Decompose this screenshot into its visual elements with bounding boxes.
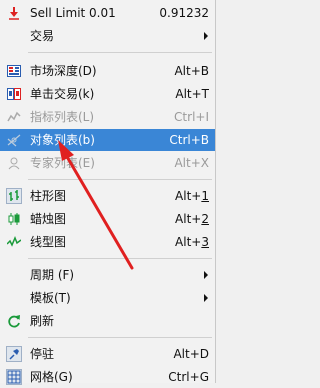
menu-item-label: 柱形图 <box>30 189 67 203</box>
line-chart-icon <box>6 235 22 249</box>
shortcut-key: 3 <box>201 235 209 249</box>
separator <box>28 179 212 180</box>
menu-item-line-chart[interactable]: 线型图 Alt+3 <box>0 231 215 253</box>
menu-item-shortcut: Alt+2 <box>175 208 209 230</box>
submenu-arrow-icon <box>204 32 208 40</box>
menu-item-label: 模板(T) <box>30 291 71 305</box>
one-click-trading-icon <box>7 87 21 101</box>
experts-list-icon <box>7 156 21 170</box>
menu-item-shortcut: Alt+1 <box>175 185 209 207</box>
menu-item-refresh[interactable]: 刷新 <box>0 310 215 332</box>
submenu-arrow-icon <box>204 294 208 302</box>
menu-item-grid[interactable]: 网格(G) Ctrl+G <box>0 366 215 388</box>
market-depth-icon <box>7 64 21 78</box>
menu-item-trading[interactable]: 交易 <box>0 25 215 47</box>
menu-item-label: 市场深度(D) <box>30 64 97 78</box>
menu-item-shortcut: Ctrl+I <box>174 110 209 124</box>
menu-item-label: 周期 (F) <box>30 268 75 282</box>
menu-item-shortcut: Alt+3 <box>175 231 209 253</box>
menu-item-label: 蜡烛图 <box>30 212 67 226</box>
menu-item-template[interactable]: 模板(T) <box>0 287 215 309</box>
menu-item-label: 网格(G) <box>30 370 73 384</box>
menu-item-label: 线型图 <box>30 235 67 249</box>
menu-item-label: 指标列表(L) <box>30 110 95 124</box>
menu-item-one-click-trading[interactable]: 单击交易(k) Alt+T <box>0 83 215 105</box>
separator <box>28 337 212 338</box>
menu-item-label: 刷新 <box>30 314 55 328</box>
objects-list-icon <box>7 133 21 147</box>
menu-item-experts-list[interactable]: 专家列表(E) Alt+X <box>0 152 215 174</box>
menu-item-shortcut: Ctrl+B <box>169 133 209 147</box>
shortcut-prefix: Alt+ <box>175 189 202 203</box>
menu-item-bar-chart[interactable]: 柱形图 Alt+1 <box>0 185 215 207</box>
menu-item-objects-list[interactable]: 对象列表(b) Ctrl+B <box>0 129 215 151</box>
indicators-list-icon <box>7 110 21 124</box>
menu-item-label: Sell Limit 0.01 <box>30 6 116 20</box>
menu-item-label: 专家列表(E) <box>30 156 95 170</box>
menu-item-market-depth[interactable]: 市场深度(D) Alt+B <box>0 60 215 82</box>
menu-item-sell-limit[interactable]: Sell Limit 0.01 0.91232 <box>0 2 215 24</box>
menu-item-label: 交易 <box>30 29 55 43</box>
menu-item-label: 单击交易(k) <box>30 87 95 101</box>
menu-item-shortcut: Alt+B <box>174 64 209 78</box>
menu-item-label: 停驻 <box>30 347 55 361</box>
menu-item-shortcut: Alt+D <box>173 347 209 361</box>
separator <box>28 258 212 259</box>
shortcut-key: 2 <box>201 212 209 226</box>
menu-item-label: 对象列表(b) <box>30 133 95 147</box>
refresh-icon <box>7 314 21 328</box>
menu-item-indicators-list[interactable]: 指标列表(L) Ctrl+I <box>0 106 215 128</box>
menu-item-dock[interactable]: 停驻 Alt+D <box>0 343 215 365</box>
submenu-arrow-icon <box>204 271 208 279</box>
dock-icon <box>6 346 22 362</box>
context-menu: Sell Limit 0.01 0.91232 交易 市场深度(D) Alt+B <box>0 0 216 385</box>
shortcut-prefix: Alt+ <box>175 235 202 249</box>
bar-chart-icon <box>6 188 22 204</box>
shortcut-key: 1 <box>201 189 209 203</box>
sell-limit-icon <box>7 6 21 20</box>
menu-item-shortcut: Alt+X <box>174 156 209 170</box>
menu-item-shortcut: Ctrl+G <box>168 370 209 384</box>
menu-item-shortcut: Alt+T <box>175 87 209 101</box>
menu-item-value: 0.91232 <box>159 6 209 20</box>
menu-item-periodicity[interactable]: 周期 (F) <box>0 264 215 286</box>
candlestick-icon <box>7 212 21 226</box>
menu-item-candlestick[interactable]: 蜡烛图 Alt+2 <box>0 208 215 230</box>
separator <box>28 52 212 53</box>
shortcut-prefix: Alt+ <box>175 212 202 226</box>
